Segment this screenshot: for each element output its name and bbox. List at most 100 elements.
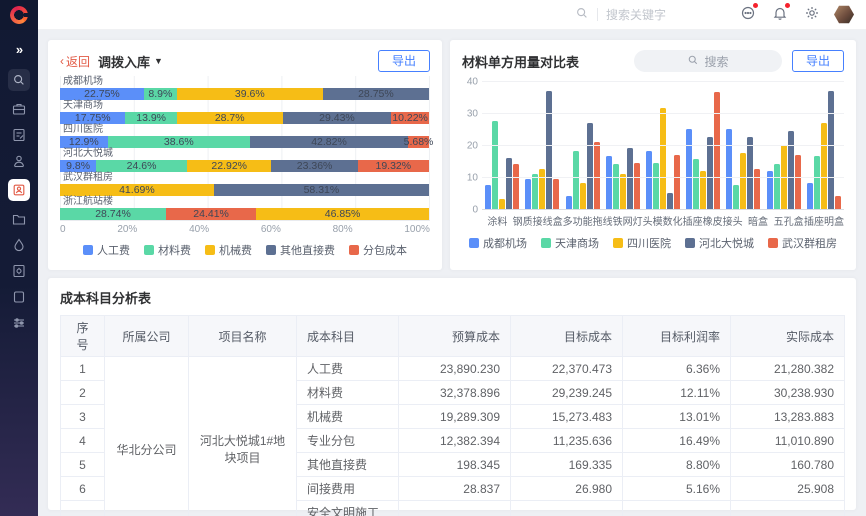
bar[interactable]: [580, 183, 586, 209]
legend-item[interactable]: 四川医院: [613, 235, 671, 251]
bar[interactable]: [733, 185, 739, 209]
bar[interactable]: [627, 148, 633, 209]
bar[interactable]: [573, 151, 579, 209]
bar-segment[interactable]: 58.31%: [214, 184, 429, 196]
bar-segment[interactable]: 24.6%: [96, 160, 187, 172]
sidebar-item-devices[interactable]: [11, 289, 27, 305]
bar-segment[interactable]: 28.74%: [60, 208, 166, 220]
bar[interactable]: [726, 129, 732, 209]
bar[interactable]: [513, 164, 519, 209]
legend-item[interactable]: 天津商场: [541, 235, 599, 251]
bar[interactable]: [539, 169, 545, 209]
bar[interactable]: [795, 155, 801, 209]
bar-segment[interactable]: 13.9%: [125, 112, 176, 124]
bar[interactable]: [660, 108, 666, 209]
bar[interactable]: [485, 185, 491, 209]
sidebar-item-resources[interactable]: [11, 237, 27, 253]
legend-item[interactable]: 分包成本: [349, 242, 407, 258]
bar[interactable]: [667, 193, 673, 209]
sidebar-item-settings-doc[interactable]: [11, 263, 27, 279]
sidebar-item-orders[interactable]: [11, 127, 27, 143]
chevron-down-icon[interactable]: ▼: [154, 56, 163, 66]
bar[interactable]: [646, 151, 652, 209]
bar[interactable]: [553, 179, 559, 209]
bar[interactable]: [835, 196, 841, 209]
bar-segment[interactable]: 22.92%: [187, 160, 272, 172]
bar[interactable]: [821, 123, 827, 209]
bar[interactable]: [714, 92, 720, 209]
bar-segment[interactable]: 12.9%: [60, 136, 108, 148]
sidebar-item-workflow[interactable]: [11, 315, 27, 331]
bar[interactable]: [566, 196, 572, 209]
bar-segment[interactable]: 46.85%: [256, 208, 429, 220]
export-button[interactable]: 导出: [378, 50, 430, 72]
bar-segment[interactable]: 17.75%: [60, 112, 125, 124]
legend-item[interactable]: 机械费: [205, 242, 252, 258]
global-search[interactable]: 搜索关键字: [575, 6, 666, 23]
bar[interactable]: [653, 163, 659, 209]
bar[interactable]: [499, 199, 505, 209]
bar-segment[interactable]: 9.8%: [60, 160, 96, 172]
export-button[interactable]: 导出: [792, 50, 844, 72]
bar-segment[interactable]: 24.41%: [166, 208, 256, 220]
app-logo[interactable]: [0, 0, 38, 30]
bar[interactable]: [506, 158, 512, 209]
category-label: 武汉群租房: [60, 172, 429, 184]
legend-item[interactable]: 材料费: [144, 242, 191, 258]
bar[interactable]: [674, 155, 680, 209]
bar-segment[interactable]: 10.22%: [391, 112, 429, 124]
bar[interactable]: [613, 164, 619, 209]
collapse-sidebar-icon[interactable]: »: [16, 42, 22, 57]
legend-item[interactable]: 人工费: [83, 242, 130, 258]
sidebar-item-materials-active[interactable]: [8, 179, 30, 201]
bar-segment[interactable]: 28.7%: [177, 112, 283, 124]
bar[interactable]: [788, 131, 794, 209]
bar[interactable]: [620, 174, 626, 209]
bar-segment[interactable]: 19.32%: [358, 160, 429, 172]
bar-segment[interactable]: 22.75%: [60, 88, 144, 100]
legend-item[interactable]: 其他直接费: [266, 242, 335, 258]
bar-segment[interactable]: 39.6%: [177, 88, 323, 100]
bar[interactable]: [807, 183, 813, 209]
bar[interactable]: [492, 121, 498, 209]
bar[interactable]: [754, 169, 760, 209]
settings-button[interactable]: [804, 5, 820, 24]
legend-item[interactable]: 武汉群租房: [768, 235, 837, 251]
bar[interactable]: [693, 159, 699, 209]
legend-item[interactable]: 河北大悦城: [685, 235, 754, 251]
sidebar-item-projects[interactable]: [11, 101, 27, 117]
bar[interactable]: [707, 137, 713, 209]
bar[interactable]: [814, 156, 820, 209]
avatar[interactable]: [834, 5, 854, 25]
bar[interactable]: [828, 91, 834, 209]
notifications-button[interactable]: [772, 5, 788, 24]
bar[interactable]: [525, 179, 531, 209]
legend-item[interactable]: 成都机场: [469, 235, 527, 251]
back-link[interactable]: ‹ 返回: [60, 53, 90, 70]
sidebar-item-files[interactable]: [11, 211, 27, 227]
bar-segment[interactable]: 23.36%: [271, 160, 357, 172]
bar[interactable]: [747, 137, 753, 209]
bar[interactable]: [594, 142, 600, 209]
bar[interactable]: [740, 153, 746, 209]
bar[interactable]: [606, 156, 612, 209]
bar-segment[interactable]: 5.68%: [408, 136, 429, 148]
bar-segment[interactable]: 42.82%: [250, 136, 408, 148]
bar[interactable]: [587, 123, 593, 209]
bar-segment[interactable]: 38.6%: [108, 136, 250, 148]
bar[interactable]: [532, 174, 538, 209]
bar-segment[interactable]: 29.43%: [283, 112, 392, 124]
bar[interactable]: [686, 129, 692, 209]
messages-button[interactable]: [740, 5, 756, 24]
bar-segment[interactable]: 41.69%: [60, 184, 214, 196]
panel-search-input[interactable]: 搜索: [634, 50, 782, 72]
legend-swatch: [83, 245, 93, 255]
sidebar-item-search[interactable]: [8, 69, 30, 91]
bar[interactable]: [546, 91, 552, 209]
bar-segment[interactable]: 8.9%: [144, 88, 177, 100]
bar[interactable]: [774, 164, 780, 209]
bar[interactable]: [634, 163, 640, 209]
sidebar-item-approvals[interactable]: [11, 153, 27, 169]
row-index-cell: 3: [61, 405, 105, 429]
bar-segment[interactable]: 28.75%: [323, 88, 429, 100]
